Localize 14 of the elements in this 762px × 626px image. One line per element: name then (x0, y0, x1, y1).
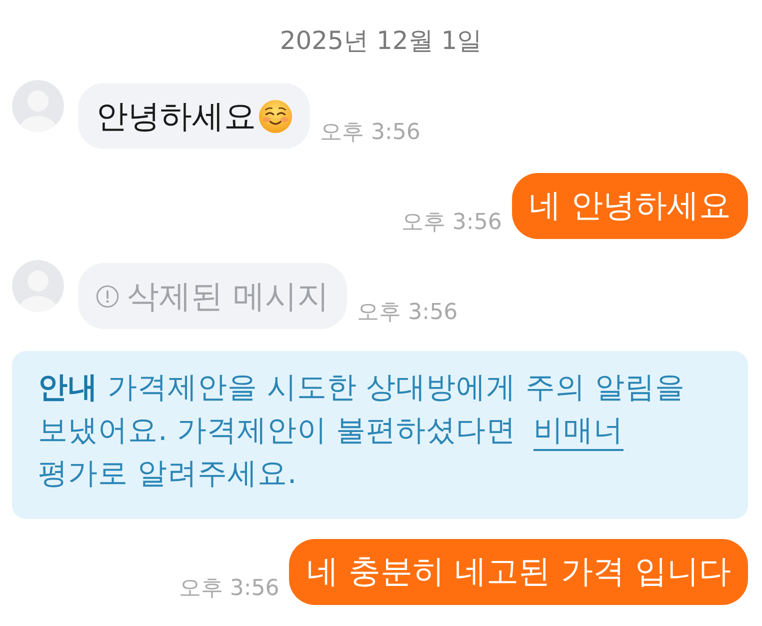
message-text: 네 충분히 네고된 가격 입니다 (306, 551, 731, 591)
message-time: 오후 3:56 (320, 119, 420, 147)
message-text: 안녕하세요 (96, 96, 256, 136)
alert-icon (96, 284, 119, 308)
message-time: 오후 3:56 (178, 575, 280, 603)
notice-text: 안내 가격제안을 시도한 상대방에게 주의 알림을 보냈어요. 가격제안이 불편하셨다면 비매너 평가로 알려주세요. (38, 369, 686, 492)
message-text: 네 안녕하세요 (528, 185, 731, 225)
rating-link[interactable]: 비매너 (534, 413, 624, 447)
avatar-icon[interactable] (12, 80, 64, 132)
message-time: 오후 3:56 (357, 299, 458, 327)
date-divider: 2025년 12월 1일 (280, 26, 482, 56)
message-text: 삭제된 메시지 (127, 276, 330, 316)
message-time: 오후 3:56 (401, 209, 502, 237)
avatar-icon[interactable] (12, 260, 64, 312)
